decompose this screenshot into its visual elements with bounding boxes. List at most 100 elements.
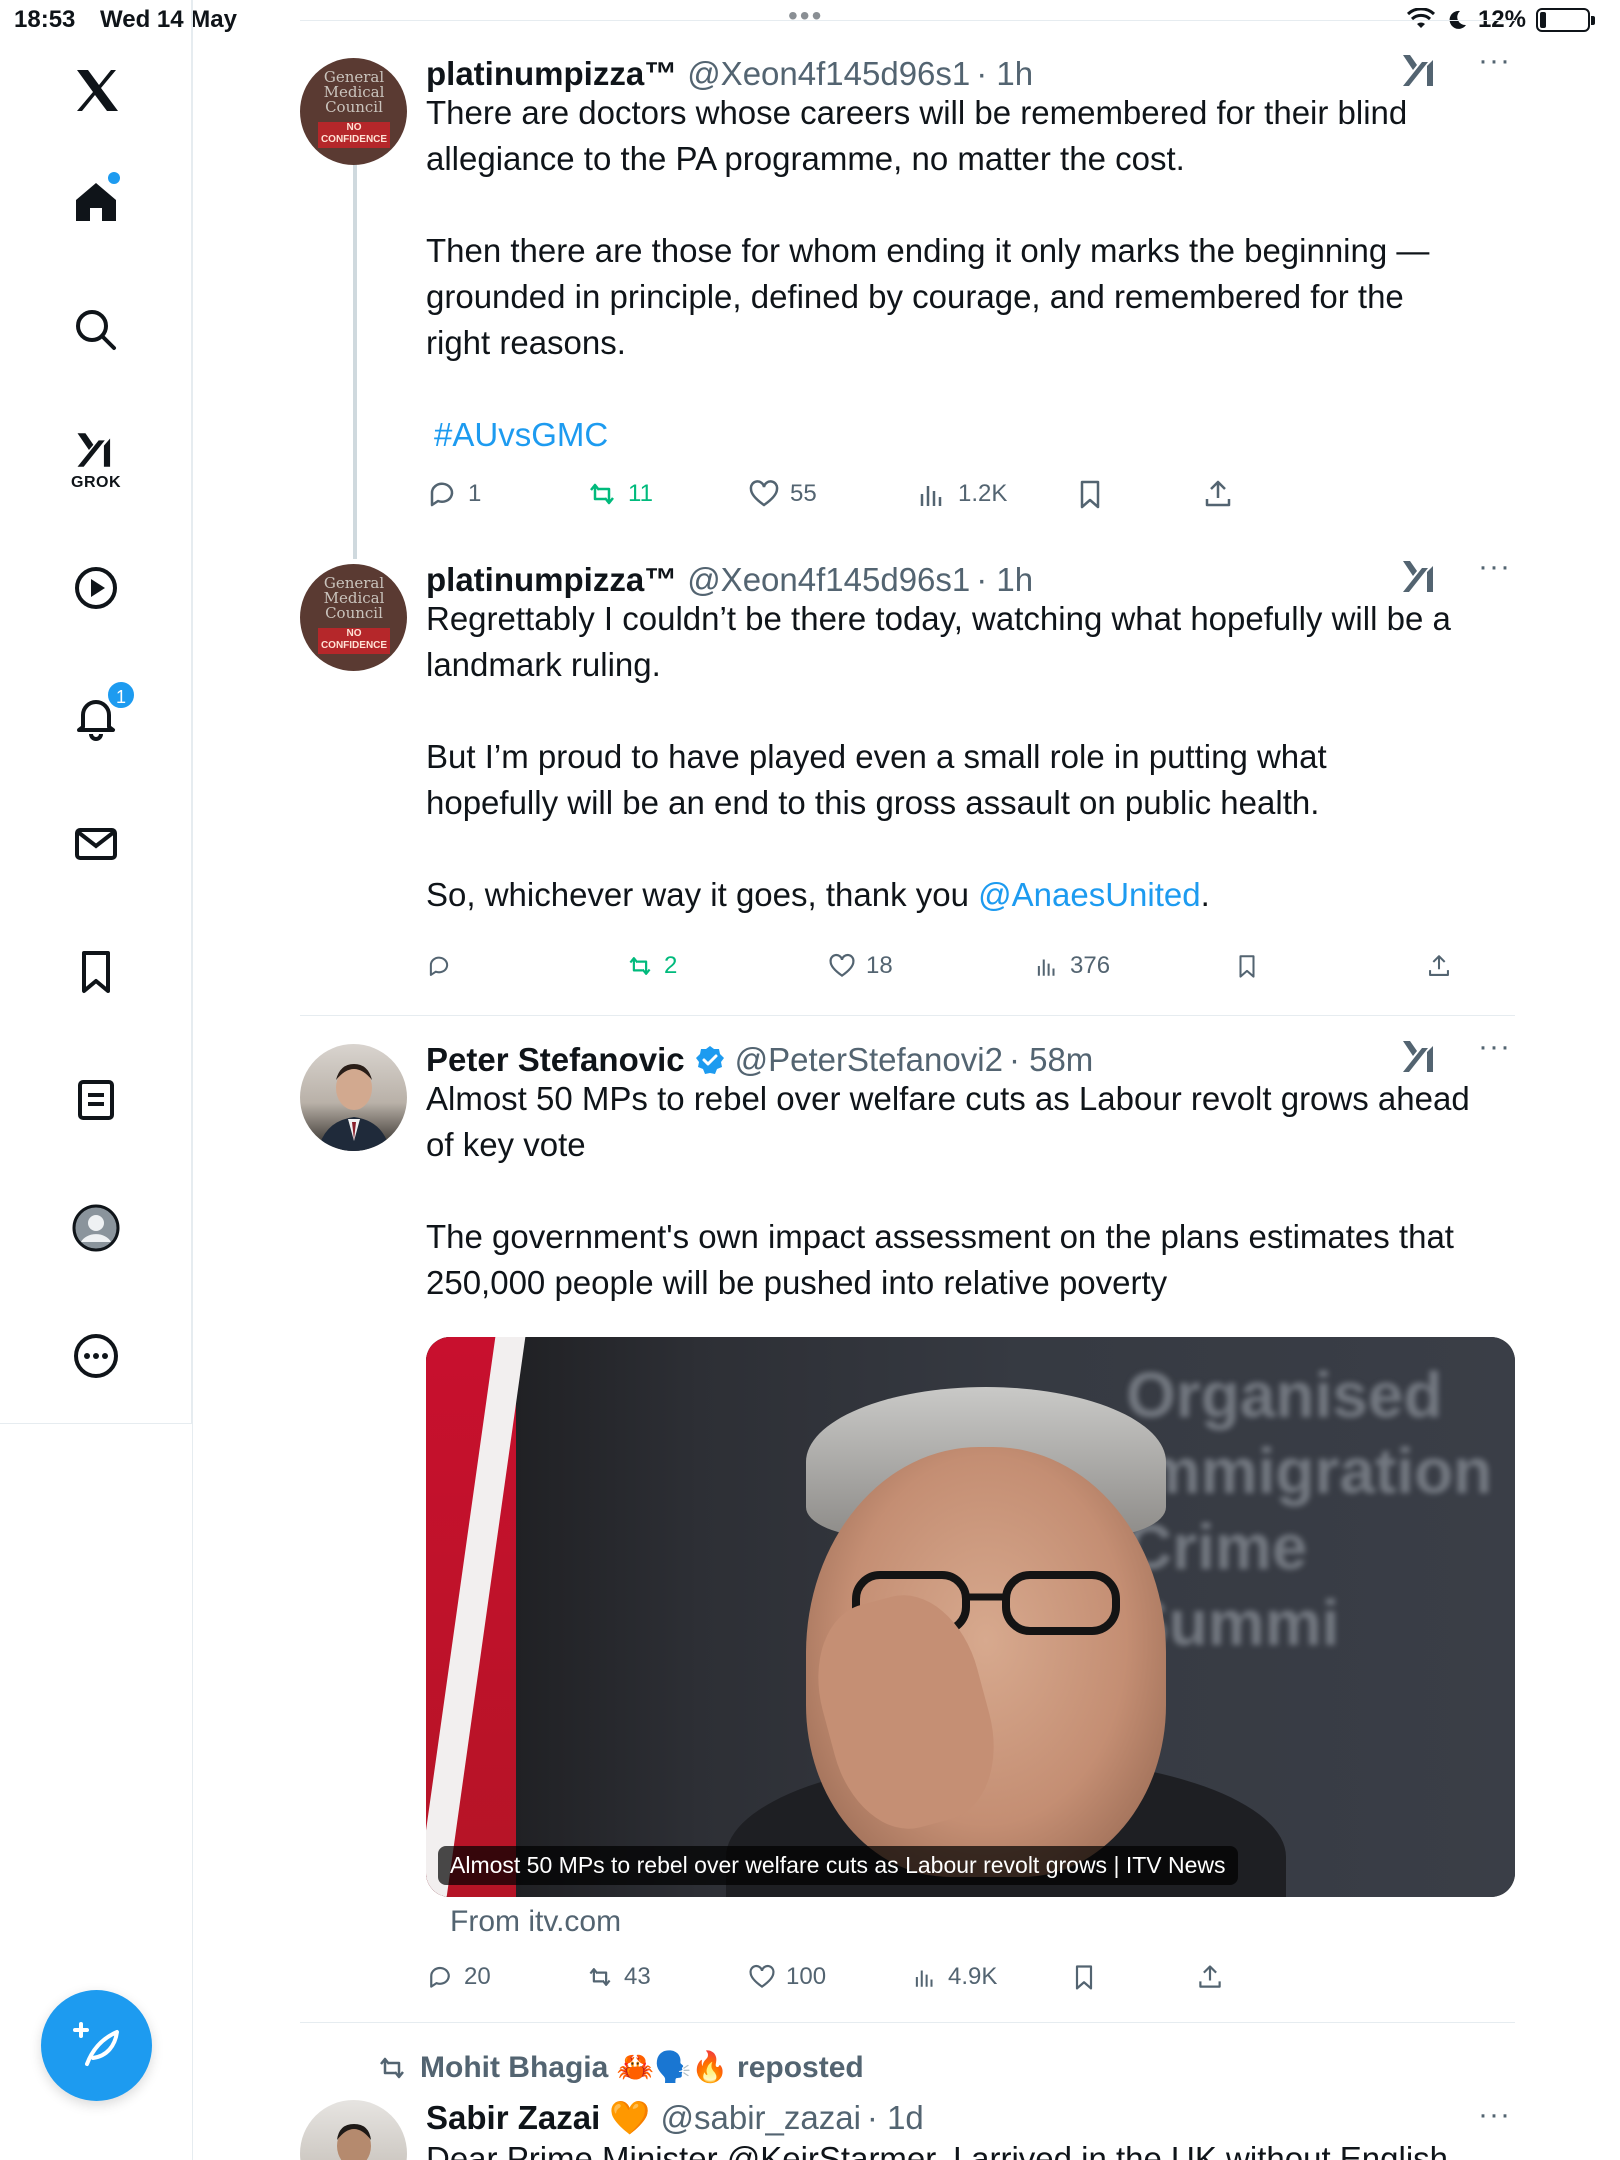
search-icon	[76, 310, 116, 350]
views-button[interactable]: 376	[1034, 944, 1110, 988]
mail-icon	[75, 828, 117, 860]
tweet-header: Sabir Zazai 🧡 @sabir_zazai · 1d	[426, 2098, 924, 2138]
tweet-text: Dear Prime Minister @KeirStarmer, I arri…	[426, 2140, 1449, 2160]
reply-button[interactable]: 1	[426, 472, 481, 516]
repost-button[interactable]: 43	[586, 1955, 651, 1999]
nav-grok[interactable]: GROK	[52, 412, 140, 508]
more-options-icon[interactable]: ···	[1478, 44, 1511, 78]
author-name[interactable]: Sabir Zazai 🧡	[426, 2099, 651, 2138]
repost-button[interactable]: 2	[626, 944, 677, 988]
author-name[interactable]: platinumpizza™	[426, 55, 677, 93]
share-button[interactable]	[1196, 1955, 1224, 1999]
bookmark-button[interactable]	[1074, 472, 1106, 516]
author-handle[interactable]: @Xeon4f145d96s1	[687, 55, 970, 93]
views-button[interactable]: 1.2K	[916, 472, 1007, 516]
more-circle-icon	[74, 1334, 118, 1378]
tweet-header: Peter Stefanovic @PeterStefanovi2 · 58m	[426, 1040, 1093, 1080]
repost-icon	[590, 483, 614, 505]
tweet-line: The government's own impact assessment o…	[426, 1218, 1454, 1255]
tweet-time[interactable]: · 1h	[976, 561, 1033, 599]
tweet-line: Then there are those for whom ending it …	[426, 232, 1430, 269]
views-chart-icon	[920, 486, 942, 506]
feed-top-divider	[300, 20, 1515, 21]
repost-button[interactable]: 11	[586, 472, 653, 516]
x-logo-icon[interactable]	[52, 46, 140, 134]
author-name[interactable]: platinumpizza™	[426, 561, 677, 599]
reply-icon	[430, 1966, 450, 1988]
card-source[interactable]: From itv.com	[450, 1905, 621, 1939]
nav-profile[interactable]	[52, 1184, 140, 1272]
share-button[interactable]	[1426, 944, 1452, 988]
more-options-icon[interactable]: ···	[1478, 2098, 1511, 2132]
tweet-text: Almost 50 MPs to rebel over welfare cuts…	[426, 1076, 1516, 1306]
reply-button[interactable]	[426, 944, 462, 988]
nav-videos[interactable]	[52, 544, 140, 632]
grok-explain-icon[interactable]	[1400, 1036, 1440, 1076]
avatar[interactable]	[300, 2100, 407, 2160]
repost-count: 11	[628, 480, 653, 507]
tweet-line: But I’m proud to have played even a smal…	[426, 738, 1327, 775]
bookmark-button[interactable]	[1234, 944, 1260, 988]
author-handle[interactable]: @PeterStefanovi2	[735, 1041, 1003, 1079]
like-button[interactable]: 18	[828, 944, 893, 988]
like-button[interactable]: 100	[748, 1955, 826, 1999]
bookmark-button[interactable]	[1070, 1955, 1098, 1999]
compose-button[interactable]	[41, 1990, 152, 2101]
more-options-icon[interactable]: ···	[1478, 550, 1511, 584]
grok-explain-icon[interactable]	[1400, 50, 1440, 90]
grok-explain-icon[interactable]	[1400, 556, 1440, 596]
tweet-line: landmark ruling.	[426, 646, 661, 683]
nav-search[interactable]	[52, 286, 140, 374]
bookmark-icon	[1080, 480, 1100, 509]
tweet-time[interactable]: · 1d	[867, 2099, 924, 2137]
tweet-time[interactable]: · 58m	[1009, 1041, 1093, 1079]
author-handle[interactable]: @Xeon4f145d96s1	[687, 561, 970, 599]
nav-notifications[interactable]: 1	[52, 672, 140, 760]
view-count: 4.9K	[948, 1963, 998, 1990]
tweet-text: There are doctors whose careers will be …	[426, 90, 1516, 458]
tweet-time[interactable]: · 1h	[976, 55, 1033, 93]
avatar-art: General Medical Council	[323, 68, 385, 116]
profile-avatar-icon	[72, 1204, 120, 1252]
tweet-header: platinumpizza™ @Xeon4f145d96s1 · 1h	[426, 54, 1033, 94]
view-count: 376	[1070, 952, 1111, 979]
reply-icon	[429, 956, 449, 976]
tweet-line: right reasons.	[426, 324, 626, 361]
nav-home[interactable]	[52, 158, 140, 246]
tweet-divider	[300, 2022, 1515, 2023]
grok-icon	[77, 433, 111, 467]
share-icon	[1205, 480, 1231, 507]
repost-attribution-text: Mohit Bhagia 🦀🗣️🔥 reposted	[420, 2051, 864, 2084]
avatar[interactable]	[300, 1044, 407, 1151]
views-button[interactable]: 4.9K	[912, 1955, 997, 1999]
heart-icon	[829, 953, 855, 977]
tweet-line: of key vote	[426, 1126, 586, 1163]
reply-button[interactable]: 20	[426, 1955, 491, 1999]
author-name[interactable]: Peter Stefanovic	[426, 1041, 685, 1079]
thread-connector	[353, 164, 357, 559]
author-handle[interactable]: @sabir_zazai	[661, 2099, 861, 2137]
link-preview-card[interactable]: Organised Immigration Crime Summi Almost…	[426, 1337, 1515, 1897]
avatar[interactable]: General Medical Council NO CONFIDENCE	[300, 564, 407, 671]
nav-bookmarks[interactable]	[52, 928, 140, 1016]
nav-messages[interactable]	[52, 800, 140, 888]
repost-count: 2	[664, 952, 678, 979]
home-icon	[76, 183, 116, 221]
hashtag-link[interactable]: #AUvsGMC	[434, 412, 1516, 458]
avatar-art	[337, 2124, 371, 2160]
repost-attribution[interactable]: Mohit Bhagia 🦀🗣️🔥 reposted	[376, 2050, 864, 2085]
share-button[interactable]	[1202, 472, 1234, 516]
nav-more[interactable]	[52, 1312, 140, 1400]
like-button[interactable]: 55	[748, 472, 817, 516]
reply-icon	[430, 482, 454, 507]
tweet-actions: 2 18 376	[426, 944, 1516, 988]
more-options-icon[interactable]: ···	[1478, 1030, 1511, 1064]
card-title: Almost 50 MPs to rebel over welfare cuts…	[438, 1846, 1238, 1885]
multitask-dots-icon[interactable]: •••	[788, 0, 823, 32]
avatar[interactable]: General Medical Council NO CONFIDENCE	[300, 58, 407, 165]
battery-icon	[1536, 8, 1595, 32]
mention-link[interactable]: @AnaesUnited	[978, 876, 1200, 913]
battery-level	[1540, 12, 1546, 28]
share-icon	[1199, 1965, 1221, 1988]
nav-lists[interactable]	[52, 1056, 140, 1144]
